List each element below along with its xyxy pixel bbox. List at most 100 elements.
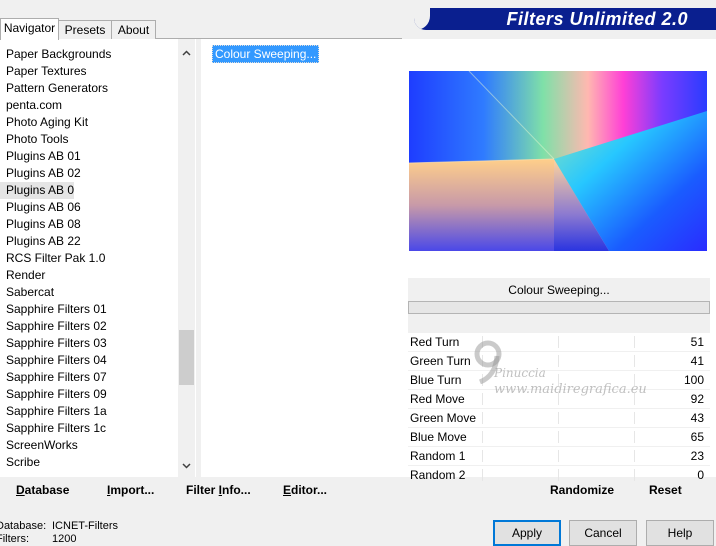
editor-button-label: ditor... (291, 483, 328, 497)
header-banner: Filters Unlimited 2.0 (414, 8, 716, 30)
slider-tick (482, 393, 483, 405)
category-item[interactable]: Render (0, 267, 178, 284)
import-button[interactable]: Import... (107, 483, 154, 497)
apply-button[interactable]: Apply (493, 520, 561, 546)
tab-navigator[interactable]: Navigator (0, 18, 59, 40)
param-label: Green Move (410, 411, 477, 425)
category-item[interactable]: Sapphire Filters 02 (0, 318, 178, 335)
progress-bar (408, 301, 710, 314)
category-item[interactable]: Pattern Generators (0, 80, 178, 97)
category-item[interactable]: Sapphire Filters 07 (0, 369, 178, 386)
category-item[interactable]: Sapphire Filters 1c (0, 420, 178, 437)
filter-info-button-prefix: Filter (186, 483, 219, 497)
slider-tick (558, 393, 559, 405)
filters-count-value: 1200 (52, 533, 77, 545)
param-value: 92 (690, 392, 704, 406)
param-value: 100 (683, 373, 704, 387)
filter-panel: Colour Sweeping... Red Turn 51 Green Turn 4… (403, 39, 716, 485)
randomize-button[interactable]: Randomize (550, 483, 614, 497)
chevron-down-icon[interactable] (178, 458, 195, 475)
slider-tick (482, 412, 483, 424)
filter-info-button-label: nfo... (222, 483, 251, 497)
param-row[interactable]: Red Turn 51 (408, 333, 710, 352)
category-item[interactable]: Plugins AB 06 (0, 199, 178, 216)
slider-tick (482, 374, 483, 386)
category-item[interactable]: ScreenWorks (0, 437, 178, 454)
param-row[interactable]: Random 1 23 (408, 447, 710, 466)
slider-tick (634, 450, 635, 462)
tab-about[interactable]: About (111, 20, 156, 39)
filter-list[interactable]: Colour Sweeping... (201, 39, 403, 477)
param-value: 43 (690, 411, 704, 425)
slider-tick (634, 374, 635, 386)
category-item[interactable]: Plugins AB 01 (0, 148, 178, 165)
param-row[interactable]: Red Move 92 (408, 390, 710, 409)
param-spacer (408, 314, 710, 333)
slider-tick (482, 355, 483, 367)
reset-button[interactable]: Reset (649, 483, 682, 497)
param-label: Red Move (410, 392, 465, 406)
category-item[interactable]: Sapphire Filters 03 (0, 335, 178, 352)
slider-tick (634, 412, 635, 424)
category-item[interactable]: Paper Backgrounds (0, 46, 178, 63)
app-title: Filters Unlimited 2.0 (506, 9, 688, 29)
param-row[interactable]: Blue Turn 100 (408, 371, 710, 390)
database-info: Database: ICNET-Filters Filters: 1200 (0, 520, 118, 546)
preview-image (409, 71, 707, 251)
category-item[interactable]: Photo Aging Kit (0, 114, 178, 131)
param-row[interactable]: Green Move 43 (408, 409, 710, 428)
param-row[interactable]: Blue Move 65 (408, 428, 710, 447)
category-item[interactable]: Paper Textures (0, 63, 178, 80)
filter-item-selected[interactable]: Colour Sweeping... (212, 45, 320, 63)
cancel-button[interactable]: Cancel (569, 520, 637, 546)
scroll-thumb[interactable] (179, 330, 194, 385)
database-button[interactable]: Database (16, 483, 69, 497)
filters-count-label: Filters: (0, 533, 29, 545)
database-value: ICNET-Filters (52, 520, 118, 532)
editor-button[interactable]: Editor... (283, 483, 327, 497)
slider-tick (558, 412, 559, 424)
category-scrollbar[interactable] (178, 39, 195, 477)
slider-tick (482, 450, 483, 462)
slider-tick (634, 393, 635, 405)
database-button-key: D (16, 483, 25, 497)
category-item[interactable]: Plugins AB 02 (0, 165, 178, 182)
database-label: Database: (0, 520, 47, 532)
slider-tick (558, 336, 559, 348)
category-list[interactable]: Paper Backgrounds Paper Textures Pattern G… (0, 39, 196, 477)
tab-presets[interactable]: Presets (58, 20, 112, 39)
param-label: Blue Move (410, 430, 467, 444)
filter-info-button[interactable]: Filter Info... (186, 483, 251, 497)
param-value: 65 (690, 430, 704, 444)
category-item[interactable]: Sapphire Filters 04 (0, 352, 178, 369)
database-button-label: atabase (24, 483, 70, 497)
category-items: Paper Backgrounds Paper Textures Pattern G… (0, 46, 178, 471)
chevron-up-icon[interactable] (178, 45, 195, 62)
category-item[interactable]: Sapphire Filters 09 (0, 386, 178, 403)
category-item[interactable]: Sapphire Filters 1a (0, 403, 178, 420)
category-item[interactable]: penta.com (0, 97, 178, 114)
slider-tick (634, 431, 635, 443)
import-button-label: mport... (110, 483, 155, 497)
category-item[interactable]: Plugins AB 08 (0, 216, 178, 233)
category-item[interactable]: Photo Tools (0, 131, 178, 148)
category-item[interactable]: Scribe (0, 454, 178, 471)
category-item[interactable]: Plugins AB 22 (0, 233, 178, 250)
filter-name: Colour Sweeping... (408, 278, 710, 302)
slider-tick (634, 355, 635, 367)
param-label: Green Turn (410, 354, 471, 368)
category-item[interactable]: Plugins AB 04 (0, 182, 74, 199)
slider-tick (558, 450, 559, 462)
editor-button-key: E (283, 483, 292, 497)
category-item[interactable]: RCS Filter Pak 1.0 (0, 250, 178, 267)
help-button[interactable]: Help (646, 520, 714, 546)
param-label: Random 1 (410, 449, 466, 463)
param-value: 51 (690, 335, 704, 349)
param-list: Red Turn 51 Green Turn 41 Blue Turn 100 Red Mo… (408, 333, 710, 485)
action-bar: Database Import... Filter Info... Editor… (0, 479, 716, 501)
category-item[interactable]: Sabercat (0, 284, 178, 301)
param-label: Red Turn (410, 335, 460, 349)
category-item[interactable]: Sapphire Filters 01 (0, 301, 178, 318)
param-label: Blue Turn (410, 373, 462, 387)
param-row[interactable]: Green Turn 41 (408, 352, 710, 371)
